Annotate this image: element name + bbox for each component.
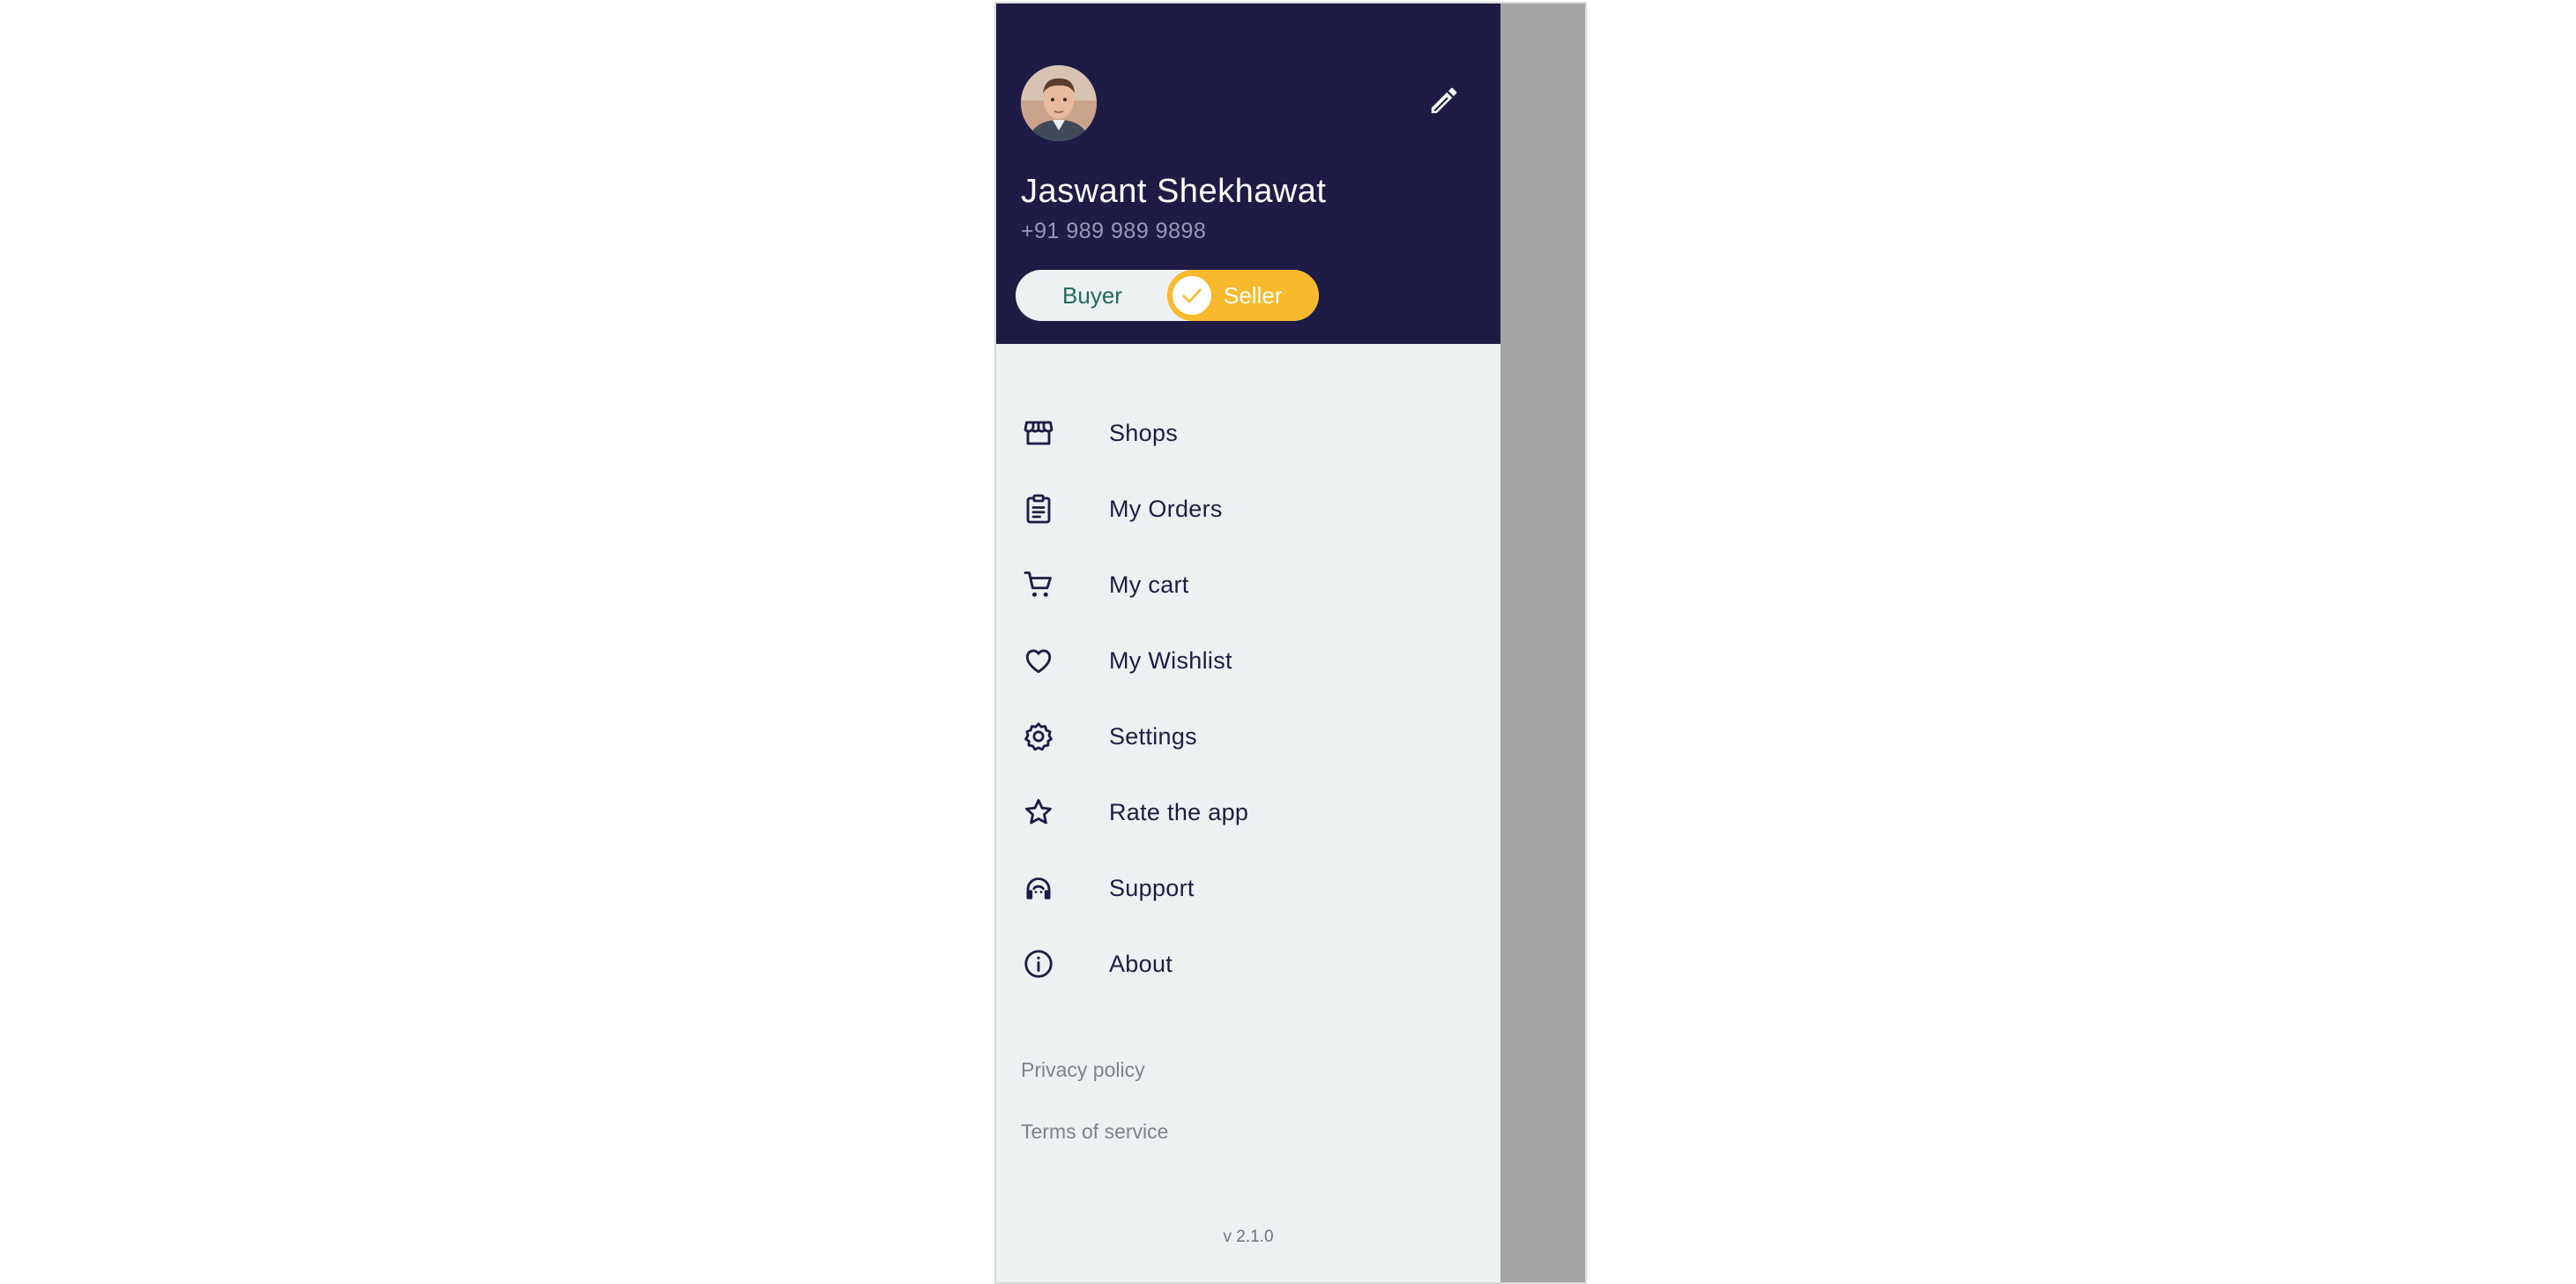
privacy-policy-link[interactable]: Privacy policy: [1021, 1058, 1145, 1082]
menu-item-about[interactable]: About: [996, 926, 1500, 1002]
menu-item-my-cart[interactable]: My cart: [996, 547, 1500, 623]
profile-header: Jaswant Shekhawat +91 989 989 9898 Buyer…: [996, 4, 1500, 344]
headset-icon: [1023, 872, 1054, 904]
menu-item-label: Settings: [1109, 723, 1197, 750]
user-name: Jaswant Shekhawat: [1021, 173, 1327, 210]
buyer-option[interactable]: Buyer: [1016, 270, 1169, 321]
clipboard-icon: [1023, 493, 1054, 525]
menu-list: Shops My Orders My cart My Wishlist Sett…: [996, 395, 1500, 1002]
seller-label: Seller: [1224, 282, 1283, 309]
cart-icon: [1023, 569, 1054, 601]
heart-icon: [1023, 645, 1054, 676]
buyer-label: Buyer: [1062, 281, 1122, 309]
terms-of-service-link[interactable]: Terms of service: [1021, 1120, 1168, 1144]
edit-profile-button[interactable]: [1425, 83, 1463, 122]
app-version: v 2.1.0: [1223, 1228, 1274, 1246]
menu-item-support[interactable]: Support: [996, 850, 1500, 926]
menu-item-my-orders[interactable]: My Orders: [996, 471, 1500, 547]
menu-item-shops[interactable]: Shops: [996, 395, 1500, 471]
phone-frame: Jaswant Shekhawat +91 989 989 9898 Buyer…: [994, 2, 1587, 1284]
menu-item-label: My Orders: [1109, 496, 1223, 522]
navigation-drawer: Jaswant Shekhawat +91 989 989 9898 Buyer…: [996, 4, 1500, 1282]
avatar[interactable]: [1021, 65, 1097, 141]
menu-item-label: Support: [1109, 875, 1195, 901]
info-icon: [1023, 948, 1054, 980]
role-toggle[interactable]: Buyer Seller: [1016, 270, 1319, 321]
check-icon: [1173, 276, 1211, 315]
menu-item-label: My Wishlist: [1109, 647, 1232, 674]
menu-item-label: Shops: [1109, 420, 1179, 446]
gear-icon: [1023, 720, 1054, 752]
pencil-icon: [1427, 84, 1461, 122]
star-icon: [1023, 796, 1054, 828]
menu-item-rate-the-app[interactable]: Rate the app: [996, 774, 1500, 850]
user-phone: +91 989 989 9898: [1021, 219, 1207, 243]
menu-item-settings[interactable]: Settings: [996, 698, 1500, 774]
store-icon: [1023, 417, 1054, 449]
menu-item-my-wishlist[interactable]: My Wishlist: [996, 623, 1500, 698]
seller-option[interactable]: Seller: [1167, 270, 1319, 321]
menu-item-label: About: [1109, 951, 1173, 977]
menu-item-label: Rate the app: [1109, 799, 1249, 825]
drawer-scrim[interactable]: [1500, 4, 1585, 1282]
menu-item-label: My cart: [1109, 571, 1189, 598]
